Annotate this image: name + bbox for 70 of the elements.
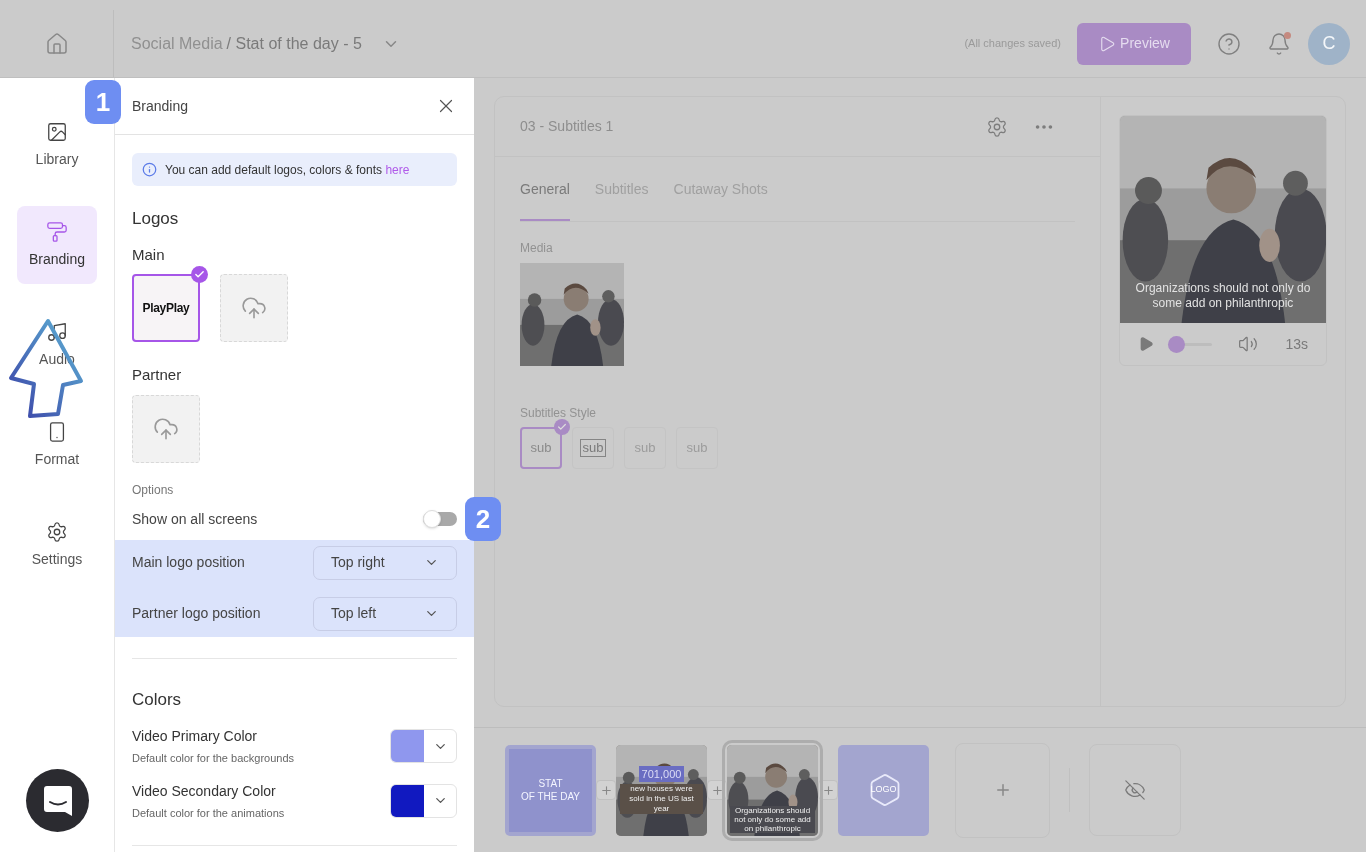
slide-text: Organizations should not only do some add on philanthropic <box>730 805 815 833</box>
scene-title: 03 - Subtitles 1 <box>520 117 614 136</box>
play-icon[interactable] <box>1138 336 1154 352</box>
color-label: Video Primary Color <box>132 727 258 746</box>
info-text: You can add default logos, colors & fonts here <box>165 161 410 179</box>
nav-item[interactable]: Format <box>17 406 97 484</box>
logo-group-label: Partner <box>132 365 183 385</box>
color-hint: Default color for the animations <box>132 805 285 821</box>
position-label: Main logo position <box>132 553 245 572</box>
position-label: Partner logo position <box>132 604 261 623</box>
color-picker[interactable] <box>390 729 457 764</box>
plus-icon <box>710 783 724 797</box>
nav-item[interactable]: Branding <box>17 206 97 284</box>
plus-icon <box>821 783 835 797</box>
subtitle-style-option[interactable]: sub <box>572 427 614 469</box>
slide-thumbnail[interactable]: 701,000 new houses were sold in the US last year <box>616 744 707 836</box>
help-icon[interactable] <box>1217 31 1241 56</box>
logo-group-label: Main <box>132 244 166 265</box>
subtitles-style-label: Subtitles Style <box>520 405 598 422</box>
toggle-label: Show on all screens <box>132 509 258 529</box>
paint-roller-icon <box>46 220 68 243</box>
eye-off-icon <box>1124 779 1146 801</box>
music-note-icon <box>46 320 68 343</box>
duration: 13s <box>1285 334 1308 354</box>
logo-wordmark: PlayPlay <box>142 300 190 317</box>
position-select[interactable]: Top right <box>313 545 457 580</box>
upload-tile[interactable] <box>220 274 288 342</box>
breadcrumb-parent[interactable]: Social Media <box>131 31 223 56</box>
video-caption: Organizations should not only do some add on philanthropic <box>1134 281 1312 311</box>
add-between-button[interactable] <box>707 780 727 800</box>
user-avatar[interactable]: C <box>1308 22 1350 65</box>
progress-thumb[interactable] <box>1168 335 1185 353</box>
logos-heading: Logos <box>132 208 180 230</box>
cloud-upload-icon <box>241 295 267 321</box>
settings-icon <box>46 520 68 543</box>
colors-heading: Colors <box>132 688 183 711</box>
play-icon <box>1098 34 1117 53</box>
color-picker[interactable] <box>390 783 457 818</box>
color-hint: Default color for the backgrounds <box>132 751 295 766</box>
cloud-upload-icon <box>153 415 179 442</box>
step-badge: 2 <box>465 497 501 541</box>
options-label: Options <box>132 481 175 499</box>
project-title: / Stat of the day - 5 <box>226 33 362 54</box>
nav-item[interactable]: Settings <box>17 506 97 584</box>
home-icon[interactable] <box>44 31 69 56</box>
here-link[interactable]: here <box>385 162 410 177</box>
media-label: Media <box>520 240 554 257</box>
slide-text: STAT OF THE DAY <box>520 777 581 803</box>
check-badge <box>191 266 208 283</box>
upload-tile[interactable] <box>132 394 200 463</box>
panel-title: Branding <box>132 96 189 116</box>
image-icon <box>46 120 68 143</box>
check-badge <box>554 419 570 435</box>
preview-button[interactable]: Preview <box>1077 22 1191 65</box>
add-between-button[interactable] <box>818 780 838 800</box>
settings-icon[interactable] <box>986 115 1008 138</box>
volume-icon[interactable] <box>1238 334 1258 354</box>
notification-bell-icon[interactable] <box>1267 31 1291 56</box>
info-icon <box>142 162 157 177</box>
color-label: Video Secondary Color <box>132 781 277 801</box>
slide-text: new houses were sold in the US last year <box>620 784 703 815</box>
logo-tile[interactable]: PlayPlay <box>132 274 200 342</box>
chat-bubble-icon <box>42 784 73 817</box>
step-badge: 1 <box>85 80 121 124</box>
toggle-switch[interactable] <box>423 512 457 526</box>
add-between-button[interactable] <box>596 780 616 800</box>
position-select[interactable]: Top left <box>313 596 457 631</box>
editor-tab[interactable]: General <box>520 157 570 221</box>
slide-thumbnail[interactable]: STAT OF THE DAY <box>505 744 596 836</box>
plus-icon <box>599 783 613 797</box>
